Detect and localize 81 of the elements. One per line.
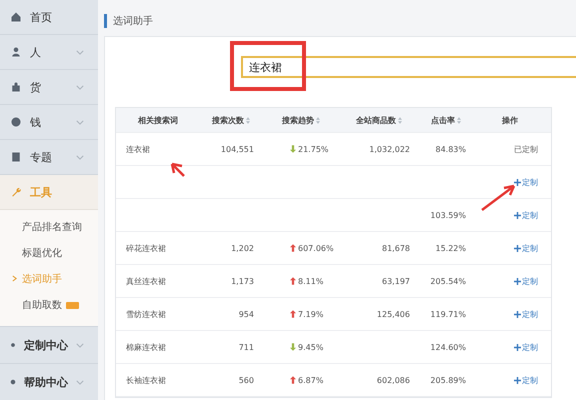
keyword-cell-text: 连衣裙 [125,144,151,154]
trend-cell: 8.11% [262,276,340,286]
keyword-cell-text: 棉麻连衣裙 [125,342,167,352]
nav-item[interactable]: 人 [0,35,98,70]
submenu-item[interactable]: 标题优化 [0,240,98,266]
up-arrow-icon [290,310,296,318]
plus-icon [514,212,521,218]
plus-icon [514,310,521,318]
customize-link[interactable]: 定制 [514,176,538,188]
caret-icon [12,275,17,282]
ctr-cell-text: 84.83% [434,144,467,154]
page-title: 选词助手 [104,14,153,28]
goods-cell-text: 81,678 [381,244,411,252]
chevron-icon [76,342,84,348]
customize-link[interactable]: 定制 [514,374,538,386]
customize-link[interactable]: 定制 [514,276,538,286]
ctr-cell-text: 119.71% [429,310,467,318]
submenu-item[interactable]: 自助取数 [0,292,98,318]
wrench-icon [10,186,22,198]
searches-cell-text: 954 [238,310,255,318]
plus-icon [514,178,521,186]
customize-link[interactable]: 定制 [514,210,538,220]
nav-item[interactable]: 定制中心 [0,326,98,363]
keyword-cell-text: 真丝连衣裙 [125,276,167,286]
plus-icon [514,344,521,350]
searches-cell-text: 1,202 [230,244,255,252]
searches-cell-text: 560 [238,376,255,384]
trend-cell: 21.75% [262,144,340,154]
column-header[interactable]: 点击率 [418,114,474,126]
column-header[interactable]: 搜索趋势 [262,114,340,126]
sort-icon[interactable] [316,116,320,124]
bag-icon [10,81,22,93]
annotation-arrow [480,184,516,212]
plus-icon [514,278,521,284]
ctr-cell-text: 205.89% [429,376,467,384]
trend-cell: 7.19% [262,310,340,318]
goods-cell-text: 125,406 [376,310,411,318]
column-header: 操作 [500,114,519,126]
sort-icon[interactable] [457,116,461,124]
ctr-cell-text: 205.54% [429,276,467,286]
trend-cell: 607.06% [262,244,340,252]
up-arrow-icon [290,277,296,285]
customize-link[interactable]: 定制 [514,308,538,320]
person-icon [10,46,22,58]
nav-item[interactable]: 钱 [0,105,98,140]
goods-cell-text: 602,086 [376,376,411,384]
sort-icon[interactable] [246,116,250,124]
status-text: 已定制 [514,144,538,154]
plus-icon [514,376,521,384]
ctr-cell-text: 103.59% [429,210,467,220]
sort-icon[interactable] [398,116,402,124]
searches-cell-text: 711 [238,342,255,352]
nav-item[interactable]: 货 [0,70,98,105]
nav-item[interactable]: 首页 [0,0,98,35]
column-header[interactable]: 搜索次数 [200,114,262,126]
annotation-arrow [170,162,186,178]
search-field[interactable]: 连衣裙 [241,56,576,78]
ctr-cell-text: 124.60% [429,342,467,352]
nav-item[interactable]: 帮助中心 [0,363,98,400]
keyword-cell-text: 长袖连衣裙 [125,374,167,386]
trend-cell: 9.45% [262,342,340,352]
down-arrow-icon [290,145,296,153]
keyword-cell-text: 碎花连衣裙 [125,242,167,254]
up-arrow-icon [290,244,296,252]
goods-cell-text: 1,032,022 [368,144,411,154]
trend-cell: 6.87% [262,376,340,384]
customize-link[interactable]: 定制 [514,242,538,254]
column-header: 相关搜索词 [136,114,179,126]
column-header[interactable]: 全站商品数 [340,114,418,126]
down-arrow-icon [290,343,296,351]
customize-link[interactable]: 定制 [514,342,538,352]
plus-icon [514,244,521,252]
searches-cell-text: 1,173 [230,276,255,286]
goods-cell-text: 63,197 [381,276,411,286]
chevron-icon [76,380,84,384]
ctr-cell-text: 15.22% [434,244,467,252]
submenu-item[interactable]: 产品排名查询 [0,214,98,240]
keyword-cell-text: 雪纺连衣裙 [125,308,167,320]
up-arrow-icon [290,376,296,384]
home-icon [10,11,22,23]
searches-cell-text: 104,551 [220,144,255,154]
